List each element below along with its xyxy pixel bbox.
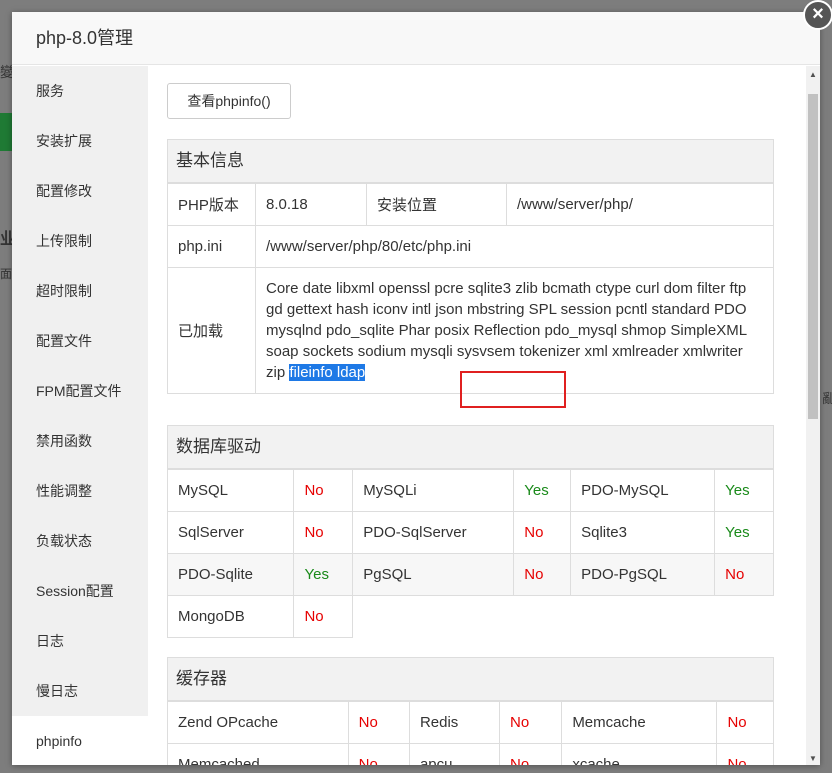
sidebar-item[interactable]: 禁用函数	[12, 416, 148, 466]
table-row: PDO-Sqlite Yes PgSQL No PDO-PgSQL No	[166, 553, 774, 596]
status-value: No	[714, 553, 774, 596]
dialog-title: php-8.0管理	[12, 12, 820, 65]
status-value: No	[347, 701, 410, 744]
sidebar-item[interactable]: phpinfo	[12, 716, 148, 765]
status-value: No	[498, 743, 563, 765]
cache-table: Zend OPcache No Redis No Memcache No Memcached…	[167, 701, 774, 765]
driver-name: Zend OPcache	[167, 701, 349, 744]
db-drivers-title: 数据库驱动	[167, 425, 774, 469]
sidebar-item[interactable]: Session配置	[12, 566, 148, 616]
table-row: MongoDB No	[166, 595, 774, 638]
selected-text: fileinfo ldap	[289, 364, 366, 381]
sidebar: 服务 安装扩展 配置修改 上传限制 超时限制 配置文件 FPM配置文件 禁用函数 性能调整 负载状…	[12, 66, 148, 765]
driver-name: MySQL	[166, 469, 295, 512]
driver-name: xcache	[561, 743, 718, 765]
status-value: Yes	[714, 511, 774, 554]
table-row: Zend OPcache No Redis No Memcache No	[167, 701, 774, 744]
sidebar-item[interactable]: 配置文件	[12, 316, 148, 366]
php-version-label: PHP版本	[167, 183, 256, 226]
content-panel: 查看phpinfo() 基本信息 PHP版本 8.0.18 安装位置 /www/…	[148, 66, 820, 765]
status-value: Yes	[714, 469, 774, 512]
driver-name: SqlServer	[166, 511, 295, 554]
scroll-up-arrow-icon[interactable]: ▲	[809, 70, 817, 79]
background-text: 面	[0, 267, 13, 281]
scrollbar-thumb[interactable]	[808, 94, 818, 419]
status-value: No	[498, 701, 563, 744]
table-row: php.ini /www/server/php/80/etc/php.ini	[167, 225, 774, 268]
status-value: No	[347, 743, 410, 765]
sidebar-item[interactable]: 配置修改	[12, 166, 148, 216]
sidebar-item[interactable]: 负载状态	[12, 516, 148, 566]
driver-name: Memcache	[561, 701, 718, 744]
driver-name: Redis	[408, 701, 501, 744]
status-value: No	[293, 595, 354, 638]
status-value: No	[293, 469, 354, 512]
sidebar-item[interactable]: 安装扩展	[12, 116, 148, 166]
basic-info-title: 基本信息	[167, 139, 774, 183]
scroll-down-arrow-icon[interactable]: ▼	[809, 754, 817, 763]
view-phpinfo-button[interactable]: 查看phpinfo()	[167, 83, 291, 119]
status-value: No	[716, 743, 774, 765]
vertical-scrollbar[interactable]: ▲ ▼	[806, 66, 820, 765]
sidebar-item[interactable]: 日志	[12, 616, 148, 666]
sidebar-item[interactable]: 超时限制	[12, 266, 148, 316]
driver-name: PDO-PgSQL	[570, 553, 716, 596]
driver-name: Memcached	[167, 743, 349, 765]
driver-name: Sqlite3	[570, 511, 716, 554]
status-value: Yes	[513, 469, 572, 512]
driver-name: PgSQL	[352, 553, 515, 596]
table-row: SqlServer No PDO-SqlServer No Sqlite3 Yes	[166, 511, 774, 554]
driver-name: PDO-MySQL	[570, 469, 716, 512]
close-icon[interactable]: ×	[803, 0, 832, 30]
php-version-value: 8.0.18	[255, 183, 367, 226]
install-path-value: /www/server/php/	[506, 183, 774, 226]
background-text: 亂	[822, 391, 832, 406]
sidebar-item[interactable]: 性能调整	[12, 466, 148, 516]
driver-name: apcu	[408, 743, 501, 765]
table-row: 已加载 Core date libxml openssl pcre sqlite…	[167, 267, 774, 394]
loaded-extensions: Core date libxml openssl pcre sqlite3 zl…	[255, 267, 774, 394]
driver-name: MySQLi	[352, 469, 515, 512]
phpini-label: php.ini	[167, 225, 256, 268]
cache-title: 缓存器	[167, 657, 774, 701]
status-value: No	[513, 511, 572, 554]
driver-name: PDO-SqlServer	[352, 511, 515, 554]
install-path-label: 安装位置	[366, 183, 507, 226]
loaded-label: 已加载	[167, 267, 256, 394]
driver-name: MongoDB	[166, 595, 295, 638]
sidebar-item[interactable]: 上传限制	[12, 216, 148, 266]
status-value: No	[293, 511, 354, 554]
status-value: No	[513, 553, 572, 596]
sidebar-item[interactable]: 慢日志	[12, 666, 148, 716]
table-row: MySQL No MySQLi Yes PDO-MySQL Yes	[166, 469, 774, 512]
table-row: Memcached No apcu No xcache No	[167, 743, 774, 765]
table-row: PHP版本 8.0.18 安装位置 /www/server/php/	[167, 183, 774, 226]
driver-name: PDO-Sqlite	[166, 553, 295, 596]
sidebar-item[interactable]: 服务	[12, 66, 148, 116]
phpini-path: /www/server/php/80/etc/php.ini	[255, 225, 774, 268]
status-value: Yes	[293, 553, 354, 596]
basic-info-table: PHP版本 8.0.18 安装位置 /www/server/php/ php.i…	[167, 183, 774, 394]
db-drivers-table: MySQL No MySQLi Yes PDO-MySQL Yes SqlServer No P…	[166, 469, 774, 638]
sidebar-item[interactable]: FPM配置文件	[12, 366, 148, 416]
php-manager-dialog: php-8.0管理 服务 安装扩展 配置修改 上传限制 超时限制 配置文件 FPM配置文件禁…	[12, 12, 820, 765]
status-value: No	[716, 701, 774, 744]
